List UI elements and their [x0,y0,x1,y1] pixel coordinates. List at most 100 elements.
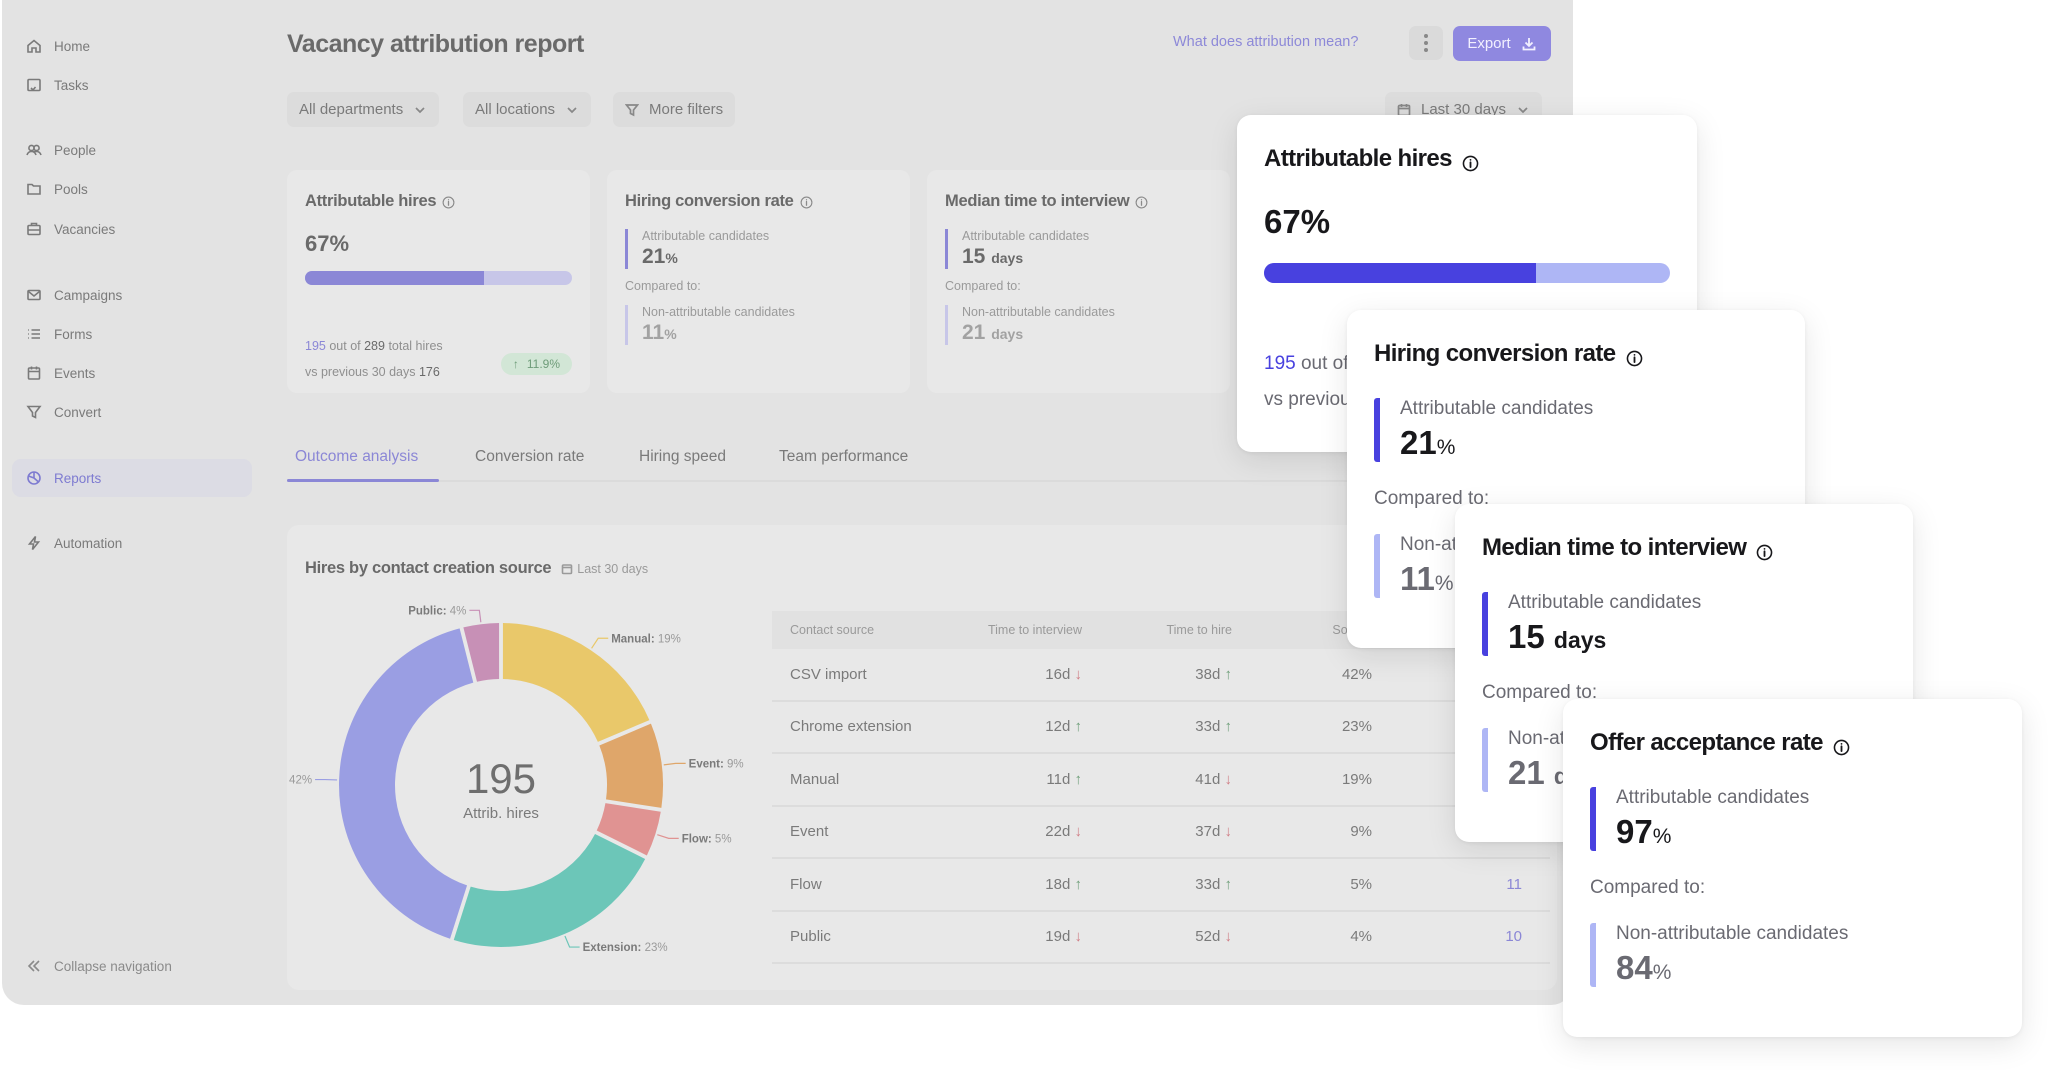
compared-label: Compared to: [1590,877,1706,898]
offer-acceptance-overlay-card: Offer acceptance rate Attributable candi… [1563,699,2022,1037]
info-icon[interactable] [1462,151,1479,171]
metric-unit: % [665,250,678,266]
more-options-button[interactable] [1409,26,1443,60]
tab-hiring-speed[interactable]: Hiring speed [639,448,726,466]
info-icon[interactable] [1833,735,1850,755]
donut-center-value: 195 [466,755,536,802]
card-title-text: Attributable hires [305,192,437,210]
metric-label: Non-attributable candidates [1616,923,1849,944]
tab-team-performance[interactable]: Team performance [779,448,908,466]
table-row[interactable]: Event 22d ↓ 37d ↓ 9% [772,807,1550,859]
sidebar-item-convert[interactable]: Convert [12,393,252,431]
table-row[interactable]: Flow 18d ↑ 33d ↑ 5% 11 [772,859,1550,912]
cell-time-to-interview: 18d ↑ [947,876,1082,893]
info-icon[interactable] [442,195,455,209]
more-filters-button[interactable]: More filters [613,92,736,127]
cell-time-to-hire: 33d ↑ [1082,718,1232,735]
location-filter[interactable]: All locations [463,92,592,127]
table-row[interactable]: Chrome extension 12d ↑ 33d ↑ 23% [772,702,1550,754]
kebab-icon [1424,33,1428,54]
tab-outcome-analysis[interactable]: Outcome analysis [295,448,418,466]
panel-title-text: Hires by contact creation source [305,559,552,577]
tasks-icon [26,77,42,93]
sidebar-item-campaigns[interactable]: Campaigns [12,276,252,314]
card-title: Attributable hires [1264,145,1670,173]
metric-value: 15 days [962,245,1212,269]
sidebar-item-events[interactable]: Events [12,354,252,392]
previous-period-value: 176 [418,365,440,379]
attributable-hires-progress-bar [1264,263,1670,283]
metric-number: 97 [1616,813,1653,850]
arrow-up-icon: ↑ [1074,875,1083,893]
export-button[interactable]: Export [1453,26,1551,61]
metric-number: 84 [1616,949,1653,986]
attributable-hires-value: 67% [305,231,350,256]
arrow-down-icon: ↓ [1074,823,1083,841]
info-icon[interactable] [800,195,813,209]
card-title-text: Offer acceptance rate [1590,729,1823,756]
metric-number: 15 [1508,618,1545,655]
card-title: Hiring conversion rate [625,192,892,211]
cell-source: CSV import [790,665,867,683]
attributable-metric: Attributable candidates 15 days [1482,592,1886,656]
cell-source-share: 5% [1350,875,1372,893]
table-row[interactable]: Public 19d ↓ 52d ↓ 4% 10 [772,912,1550,964]
list-icon [26,326,42,342]
cell-source-share: 4% [1350,928,1372,946]
sidebar-item-pools[interactable]: Pools [12,170,252,208]
cell-source: Chrome extension [790,718,912,736]
metric-value: 21% [642,245,892,269]
sidebar-item-reports[interactable]: Reports [12,459,252,497]
info-icon[interactable] [1135,195,1148,209]
department-filter-label: All departments [299,101,404,118]
progress-fill [1264,263,1537,283]
sidebar-item-vacancies[interactable]: Vacancies [12,210,252,248]
export-label: Export [1467,35,1511,52]
pie-chart-icon [26,470,42,486]
table-row[interactable]: Manual 11d ↑ 41d ↓ 19% [772,754,1550,807]
table-row[interactable]: CSV import 16d ↓ 38d ↑ 42% [772,649,1550,702]
attribution-help-link[interactable]: What does attribution mean? [1173,34,1358,50]
column-header[interactable]: Contact source [772,623,947,637]
metric-label: Attributable candidates [1400,398,1594,419]
hires-total-text: total hires [388,339,443,353]
info-icon[interactable] [1626,346,1643,366]
hiring-conversion-card: Hiring conversion rate Attributable cand… [607,170,910,393]
cell-count[interactable]: 10 [1372,928,1522,945]
calendar-icon [561,563,573,574]
sidebar-item-tasks[interactable]: Tasks [12,66,252,104]
metric-unit: % [1436,436,1456,459]
chevron-down-icon [567,106,577,113]
cell-time-to-interview: 12d ↑ [947,718,1082,735]
sidebar-item-people[interactable]: People [12,131,252,169]
collapse-navigation-button[interactable]: Collapse navigation [26,958,172,974]
metric-unit: % [1652,961,1672,984]
cell-value: 52d [1195,928,1221,946]
hires-total: 289 [364,339,385,353]
sidebar-item-label: Pools [54,181,88,197]
cell-source: Public [790,928,831,946]
donut-slice-csv[interactable] [339,628,474,939]
sidebar-item-label: Forms [54,326,93,342]
cell-value: 33d [1195,875,1221,893]
donut-slice-extension[interactable] [453,833,646,947]
cell-count[interactable]: 11 [1372,876,1522,893]
sidebar-item-forms[interactable]: Forms [12,315,252,353]
info-icon[interactable] [1756,540,1773,560]
column-header[interactable]: Time to hire [1082,623,1232,637]
arrow-up-icon: ↑ [1224,875,1233,893]
cell-source-share: 19% [1341,770,1372,788]
column-header[interactable]: Time to interview [947,623,1082,637]
sidebar-item-home[interactable]: Home [12,27,252,65]
panel-title: Hires by contact creation source Last 30… [305,559,648,578]
department-filter[interactable]: All departments [287,92,440,127]
metric-unit: days [1553,627,1607,653]
sidebar-item-label: Automation [54,535,123,551]
card-title-text: Median time to interview [945,192,1130,210]
sidebar-item-automation[interactable]: Automation [12,524,252,562]
tab-conversion-rate[interactable]: Conversion rate [475,448,584,466]
active-tab-indicator [287,479,439,482]
arrow-down-icon: ↓ [1224,823,1233,841]
arrow-up-icon: ↑ [1224,718,1233,736]
more-filters-label: More filters [649,101,724,118]
